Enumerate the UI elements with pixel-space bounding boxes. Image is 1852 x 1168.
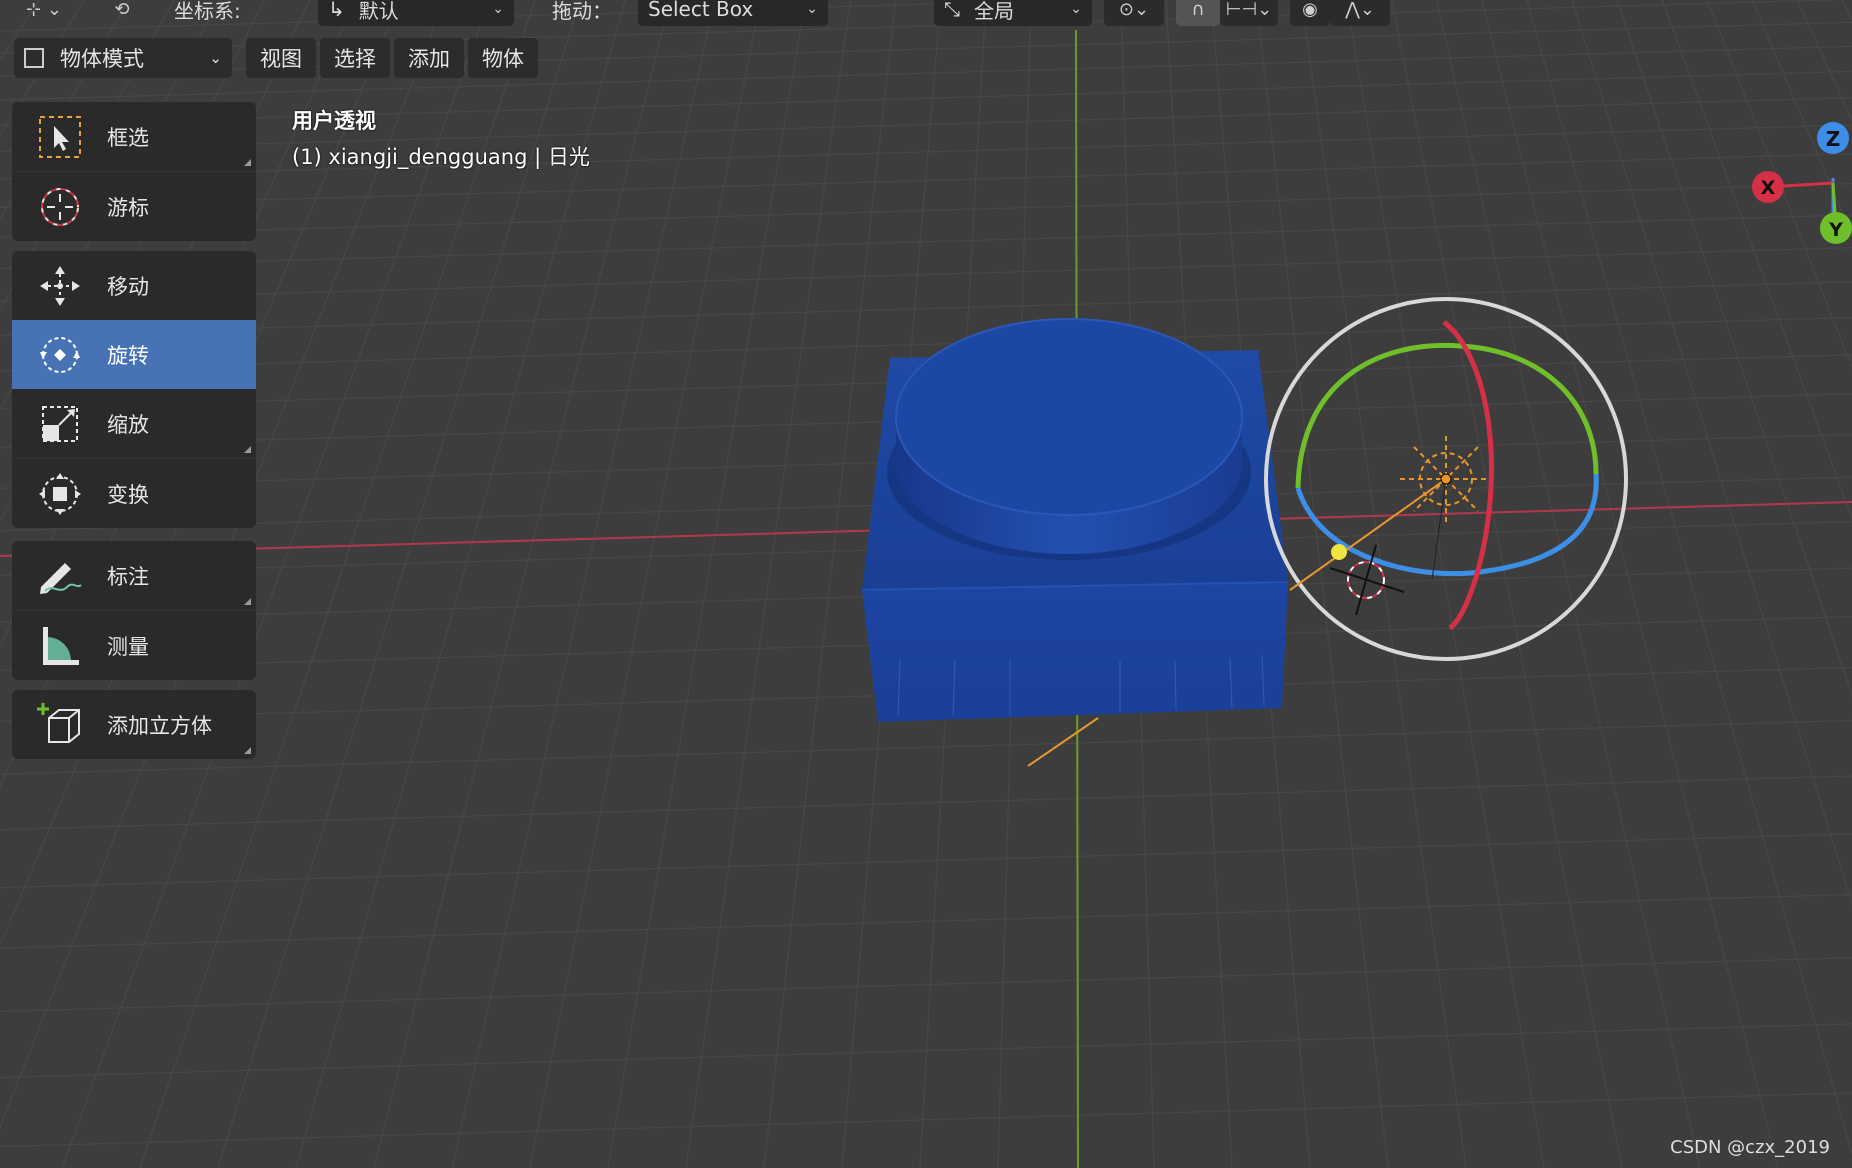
top-header-bar: ⊹ ⌄ ⟲ 坐标系: ↳ 默认 ⌄ 拖动： Select Box ⌄ ⤡ 全局 … xyxy=(0,0,1852,30)
tool-label: 旋转 xyxy=(107,343,149,368)
global-value: 全局 xyxy=(974,0,1014,23)
3d-viewport[interactable]: Z X Y xyxy=(0,0,1852,1168)
proportional-edit-button[interactable]: ◉ xyxy=(1290,0,1330,26)
menu-view[interactable]: 视图 xyxy=(246,38,316,78)
tool-label: 框选 xyxy=(107,125,149,150)
select-box-icon xyxy=(35,112,85,162)
expand-corner-icon xyxy=(244,598,251,605)
drag-dropdown[interactable]: Select Box ⌄ xyxy=(638,0,828,26)
tool-select-box[interactable]: 框选 xyxy=(12,102,256,171)
active-object-info: (1) xiangji_dengguang | 日光 xyxy=(292,145,590,169)
add-cube-icon xyxy=(35,700,85,750)
scale-icon xyxy=(35,399,85,449)
snap-target-dropdown[interactable]: ⊢⊣⌄ xyxy=(1220,0,1278,26)
orientation-icon: ⤡ xyxy=(944,0,960,21)
tool-annotate[interactable]: 标注 xyxy=(12,541,256,610)
menu-object[interactable]: 物体 xyxy=(468,38,538,78)
watermark-text: CSDN @czx_2019 xyxy=(1670,1137,1830,1158)
rotate-gizmo[interactable] xyxy=(1264,297,1628,661)
expand-corner-icon xyxy=(244,446,251,453)
menu-select[interactable]: 选择 xyxy=(320,38,390,78)
tool-label: 缩放 xyxy=(107,412,149,437)
transform-orientation-dropdown[interactable]: ⤡ 全局 ⌄ xyxy=(934,0,1092,26)
pivot-icon[interactable]: ⟲ xyxy=(94,0,150,26)
toolbar-group-select: 框选 游标 xyxy=(12,102,256,241)
tool-rotate[interactable]: 旋转 xyxy=(12,320,256,389)
tool-label: 游标 xyxy=(107,195,149,220)
coordinate-system-label: 坐标系: xyxy=(174,0,241,23)
y-axis-label: Y xyxy=(1828,219,1843,241)
coordinate-axes-icon: ↳ xyxy=(328,0,345,21)
snap-toggle-button[interactable]: ∩ xyxy=(1176,0,1220,26)
x-axis-label: X xyxy=(1761,177,1776,199)
toolbar-group-add: 添加立方体 xyxy=(12,690,256,759)
tool-measure[interactable]: 测量 xyxy=(12,611,256,680)
tool-scale[interactable]: 缩放 xyxy=(12,389,256,458)
object-mode-dropdown[interactable]: 物体模式 ⌄ xyxy=(14,38,232,78)
tool-label: 移动 xyxy=(107,274,149,299)
measure-icon xyxy=(35,621,85,671)
annotate-icon xyxy=(35,551,85,601)
drag-value: Select Box xyxy=(648,0,754,21)
cursor-icon xyxy=(35,182,85,232)
chevron-down-icon: ⌄ xyxy=(806,1,818,17)
tool-label: 变换 xyxy=(107,482,149,507)
transform-icon xyxy=(35,469,85,519)
chevron-down-icon: ⌄ xyxy=(1070,1,1082,17)
blue-box-object[interactable] xyxy=(861,318,1289,722)
tool-label: 测量 xyxy=(107,634,149,659)
pivot-point-dropdown[interactable]: ⊙⌄ xyxy=(1104,0,1164,26)
orientation-dropdown[interactable]: ⊹ ⌄ xyxy=(14,0,74,26)
coordinate-system-dropdown[interactable]: ↳ 默认 ⌄ xyxy=(318,0,514,26)
navigation-gizmo[interactable]: Z X Y xyxy=(1752,122,1852,244)
viewport-info: 用户透视 (1) xiangji_dengguang | 日光 xyxy=(292,103,590,175)
rotate-icon xyxy=(35,330,85,380)
tool-add-cube[interactable]: 添加立方体 xyxy=(12,690,256,759)
orange-light-line xyxy=(1027,717,1099,767)
tool-label: 标注 xyxy=(107,564,149,589)
tool-move[interactable]: 移动 xyxy=(12,251,256,320)
expand-corner-icon xyxy=(244,159,251,166)
chevron-down-icon: ⌄ xyxy=(492,1,504,17)
z-axis-label: Z xyxy=(1826,127,1841,151)
menu-add[interactable]: 添加 xyxy=(394,38,464,78)
move-icon xyxy=(35,261,85,311)
tool-transform[interactable]: 变换 xyxy=(12,459,256,528)
tool-cursor[interactable]: 游标 xyxy=(12,172,256,241)
drag-label: 拖动： xyxy=(552,0,612,23)
tool-label: 添加立方体 xyxy=(107,713,212,738)
view-name: 用户透视 xyxy=(292,109,376,133)
toolbar-group-transform: 移动 旋转 缩放 变换 xyxy=(12,251,256,528)
toolbar-group-annotate: 标注 测量 xyxy=(12,541,256,680)
object-mode-label: 物体模式 xyxy=(60,47,144,71)
expand-corner-icon xyxy=(244,747,251,754)
chevron-down-icon: ⌄ xyxy=(209,49,222,67)
object-mode-icon xyxy=(24,48,44,68)
falloff-dropdown[interactable]: ⋀⌄ xyxy=(1330,0,1390,26)
coordinate-system-value: 默认 xyxy=(358,0,399,23)
